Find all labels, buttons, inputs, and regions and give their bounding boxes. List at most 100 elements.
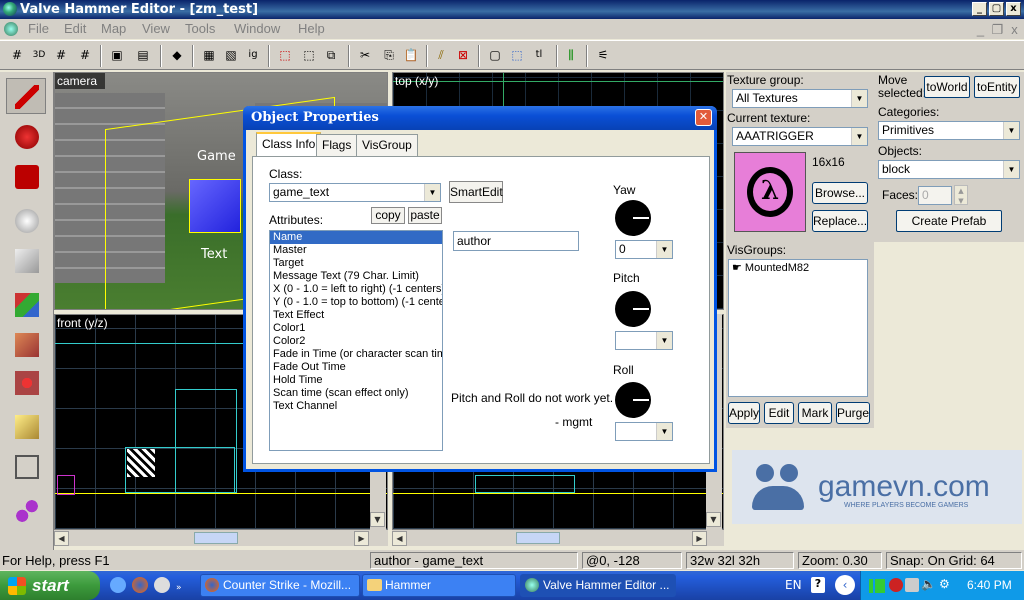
maximize-button[interactable]: ▢ <box>989 2 1004 16</box>
scroll-right-arrow[interactable]: ▶ <box>354 531 369 546</box>
settings-icon[interactable]: ⚙ <box>939 577 953 591</box>
menu-file[interactable]: File <box>28 21 49 36</box>
smartedit-button[interactable]: SmartEdit <box>449 181 503 203</box>
attribute-item[interactable]: Text Effect <box>270 309 442 322</box>
chevron-down-icon[interactable]: ▼ <box>1003 161 1019 178</box>
faces-input[interactable]: 0 <box>918 186 952 205</box>
dialog-close-button[interactable]: ✕ <box>695 109 712 126</box>
pitch-select[interactable]: ▼ <box>615 331 673 350</box>
menu-view[interactable]: View <box>142 21 170 36</box>
yaw-select[interactable]: 0 ▼ <box>615 240 673 259</box>
roll-select[interactable]: ▼ <box>615 422 673 441</box>
chevron-down-icon[interactable]: ▼ <box>1003 122 1019 139</box>
firefox-quicklaunch-icon[interactable] <box>132 577 148 593</box>
attribute-item[interactable]: Hold Time <box>270 374 442 387</box>
camera-tool[interactable] <box>6 158 46 194</box>
smaller-grid-icon[interactable]: # <box>52 46 70 64</box>
bounding-box-icon[interactable]: ▢ <box>486 46 504 64</box>
minimize-button[interactable]: _ <box>972 2 987 16</box>
attribute-item[interactable]: Message Text (79 Char. Limit) <box>270 270 442 283</box>
dialog-titlebar[interactable]: Object Properties <box>243 106 717 130</box>
attribute-item[interactable]: Scan time (scan effect only) <box>270 387 442 400</box>
attribute-item[interactable]: X (0 - 1.0 = left to right) (-1 centers) <box>270 283 442 296</box>
mdi-restore-button[interactable]: ❐ <box>990 22 1005 37</box>
attribute-item[interactable]: Text Channel <box>270 400 442 413</box>
side-scroll-down-arrow[interactable]: ▼ <box>706 512 721 527</box>
help-icon[interactable]: ? <box>811 577 825 593</box>
hollow-icon[interactable]: ▧ <box>222 46 240 64</box>
language-indicator[interactable]: EN <box>785 578 802 592</box>
show-desktop-icon[interactable] <box>110 577 126 593</box>
entity-tool[interactable] <box>6 202 46 238</box>
attribute-value-input[interactable] <box>453 231 579 251</box>
start-button[interactable]: start <box>0 571 100 600</box>
chevron-down-icon[interactable]: ▼ <box>656 423 672 440</box>
scroll-left-arrow[interactable]: ◀ <box>54 531 69 546</box>
toggle-tl-icon[interactable]: tl <box>530 46 548 64</box>
to-world-button[interactable]: toWorld <box>924 76 970 98</box>
network-icon[interactable] <box>905 578 919 592</box>
yaw-dial[interactable] <box>615 200 651 236</box>
selection-icon[interactable]: ⬚ <box>300 46 318 64</box>
menu-map[interactable]: Map <box>101 21 126 36</box>
menu-help[interactable]: Help <box>298 21 325 36</box>
menu-window[interactable]: Window <box>234 21 280 36</box>
tab-visgroup[interactable]: VisGroup <box>356 134 418 156</box>
attribute-item[interactable]: Color2 <box>270 335 442 348</box>
taskbar-item-hammer-editor[interactable]: Valve Hammer Editor ... <box>520 574 676 597</box>
close-window-button[interactable]: x <box>1006 2 1021 16</box>
selection-box-icon[interactable]: ⬚ <box>508 46 526 64</box>
magnify-tool[interactable] <box>6 118 46 154</box>
3d-grid-icon[interactable]: 3D <box>30 46 48 64</box>
attributes-list[interactable]: Name Master Target Message Text (79 Char… <box>269 230 443 451</box>
carve-icon[interactable]: ▦ <box>200 46 218 64</box>
scroll-thumb[interactable] <box>194 532 238 544</box>
texture-group-select[interactable]: All Textures ▼ <box>732 89 868 108</box>
attribute-item[interactable]: Name <box>270 231 442 244</box>
menu-edit[interactable]: Edit <box>64 21 86 36</box>
paste-button[interactable]: paste <box>408 207 442 224</box>
visgroups-list[interactable]: ☛ MountedM82 <box>728 259 868 397</box>
attribute-item[interactable]: Fade in Time (or character scan time) <box>270 348 442 361</box>
chevron-down-icon[interactable]: ▼ <box>424 184 440 201</box>
cut-icon[interactable]: ✂ <box>356 46 374 64</box>
visgroup-item[interactable]: ☛ MountedM82 <box>729 262 867 275</box>
tab-class-info[interactable]: Class Info <box>256 132 322 157</box>
side-scroll-left-arrow[interactable]: ◀ <box>392 531 407 546</box>
texture-tool[interactable] <box>6 286 46 322</box>
block-tool[interactable] <box>6 242 46 278</box>
visgroup-apply-button[interactable]: Apply <box>728 402 760 424</box>
current-texture-select[interactable]: AAATRIGGER ▼ <box>732 127 868 146</box>
chevron-down-icon[interactable]: ▼ <box>851 90 867 107</box>
pitch-dial[interactable] <box>615 291 651 327</box>
antivirus-icon[interactable] <box>889 578 903 592</box>
visgroup-purge-button[interactable]: Purge <box>836 402 870 424</box>
chevron-down-icon[interactable]: ▼ <box>851 128 867 145</box>
selection-tool[interactable] <box>6 78 46 114</box>
taskbar-item-counter-strike[interactable]: Counter Strike - Mozill... <box>200 574 360 597</box>
grid-toggle-icon[interactable]: # <box>8 46 26 64</box>
side-scroll-right-arrow[interactable]: ▶ <box>692 531 707 546</box>
hide-icon[interactable]: ◆ <box>168 46 186 64</box>
clipping-tool[interactable] <box>6 408 46 444</box>
path-tool[interactable] <box>6 492 46 528</box>
media-player-icon[interactable] <box>154 577 170 593</box>
create-prefab-button[interactable]: Create Prefab <box>896 210 1002 232</box>
window-titlebar[interactable]: Valve Hammer Editor - [zm_test] _ ▢ x <box>0 0 1024 19</box>
objects-select[interactable]: block ▼ <box>878 160 1020 179</box>
attribute-item[interactable]: Y (0 - 1.0 = top to bottom) (-1 centers) <box>270 296 442 309</box>
mdi-minimize-button[interactable]: _ <box>973 22 988 37</box>
quicklaunch-expand-icon[interactable]: » <box>176 583 182 593</box>
attribute-item[interactable]: Fade Out Time <box>270 361 442 374</box>
paste-icon[interactable]: 📋 <box>402 46 420 64</box>
side-scroll-thumb[interactable] <box>516 532 560 544</box>
volume-icon[interactable]: 🔈 <box>921 577 936 591</box>
replace-button[interactable]: Replace... <box>812 210 868 232</box>
to-entity-button[interactable]: toEntity <box>974 76 1020 98</box>
signal-icon[interactable] <box>869 579 885 593</box>
ungroup-icon[interactable]: ▤ <box>134 46 152 64</box>
faces-spinner[interactable]: ▲ ▼ <box>954 185 968 205</box>
clip-icon[interactable]: ⧉ <box>322 46 340 64</box>
ignore-groups-icon[interactable]: ig <box>244 46 262 64</box>
side-horizontal-scrollbar[interactable]: ◀ ▶ <box>392 530 724 546</box>
